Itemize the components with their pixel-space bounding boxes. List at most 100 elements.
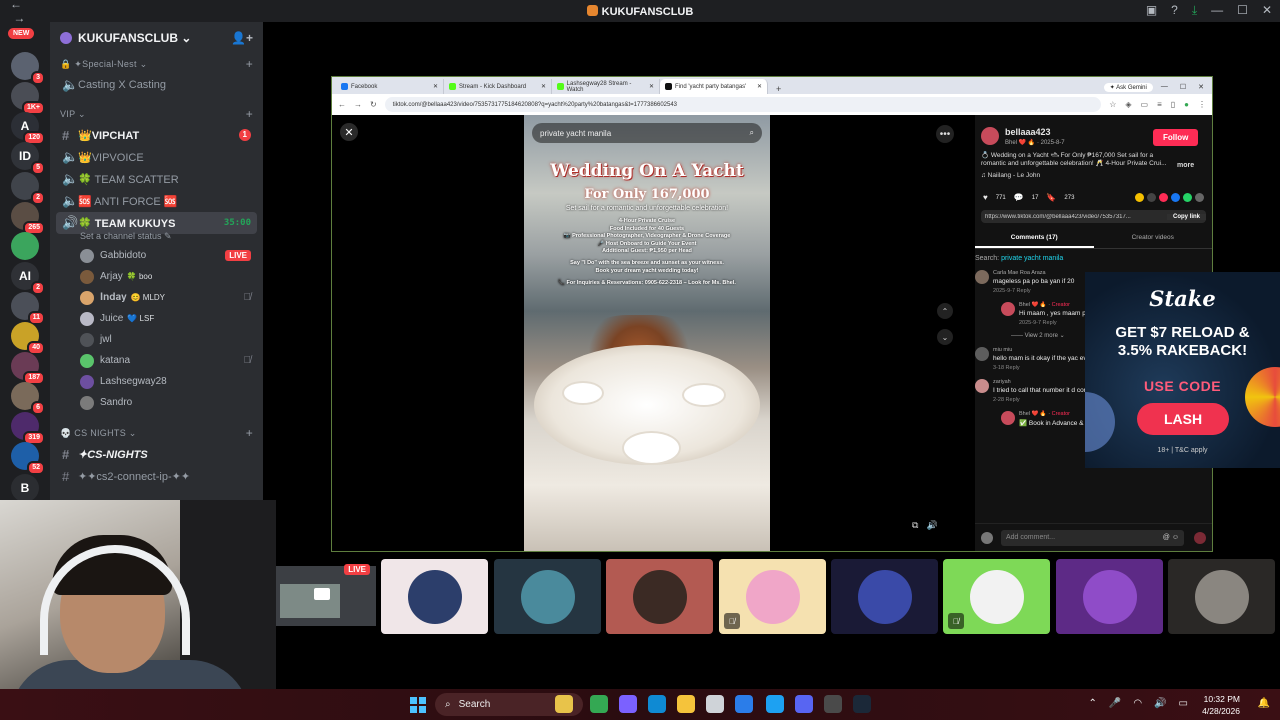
maximize-icon[interactable]: ☐: [1180, 83, 1186, 91]
channel-cs2-connect[interactable]: # ✦✦cs2-connect-ip-✦✦: [56, 465, 257, 487]
next-video-icon[interactable]: ⌄: [937, 329, 953, 345]
voice-user[interactable]: Lashsegway28: [50, 371, 263, 392]
add-channel-icon[interactable]: +: [246, 107, 253, 121]
close-tab-icon[interactable]: ✕: [649, 83, 654, 90]
notification-bell-icon[interactable]: 🔔: [1258, 698, 1270, 709]
extension-icon[interactable]: ◈: [1125, 100, 1131, 109]
more-options-icon[interactable]: •••: [936, 125, 954, 143]
discord-icon[interactable]: [795, 695, 813, 713]
system-clock[interactable]: 10:32 PM 4/28/2026: [1202, 693, 1240, 717]
voice-user[interactable]: Sandro: [50, 392, 263, 413]
tab-comments[interactable]: Comments (17): [975, 229, 1094, 248]
server-icon[interactable]: 2: [11, 172, 45, 205]
wifi-icon[interactable]: ◠: [1133, 698, 1142, 709]
server-icon[interactable]: A 120: [11, 112, 45, 145]
server-icon[interactable]: [11, 232, 39, 260]
url-field[interactable]: tiktok.com/@bellaaa423/video/75357317751…: [384, 97, 1102, 112]
widgets-icon[interactable]: [555, 695, 573, 713]
copilot-icon[interactable]: [619, 695, 637, 713]
mention-icon[interactable]: @ ☺: [1163, 534, 1179, 541]
browser-tab[interactable]: Find 'yacht party batangas' ✕: [660, 79, 768, 94]
inbox-icon[interactable]: ▣: [1146, 3, 1157, 18]
browser-tab[interactable]: Facebook ✕: [336, 79, 444, 94]
add-comment-input[interactable]: Add comment... @ ☺: [1001, 529, 1184, 546]
facebook-icon[interactable]: [1171, 193, 1180, 202]
battery-icon[interactable]: ▭: [1179, 698, 1188, 709]
volume-icon[interactable]: 🔊: [926, 520, 937, 531]
close-tab-icon[interactable]: ✕: [433, 83, 438, 90]
new-tab-icon[interactable]: +: [768, 84, 789, 94]
server-icon[interactable]: 40: [11, 322, 45, 355]
voice-user[interactable]: Gabbidoto LIVE: [50, 245, 263, 266]
close-video-button[interactable]: ✕: [340, 123, 358, 141]
profile-icon[interactable]: ●: [1184, 100, 1189, 109]
server-icon[interactable]: AI 2: [11, 262, 45, 295]
participant-tile[interactable]: [1056, 559, 1163, 634]
copy-link-button[interactable]: Copy link: [1166, 213, 1206, 220]
server-icon[interactable]: 52: [11, 442, 45, 475]
server-icon[interactable]: 319: [11, 412, 45, 445]
participant-tile[interactable]: [1168, 559, 1275, 634]
voice-user[interactable]: jwl: [50, 329, 263, 350]
share-circle-icon[interactable]: [1135, 193, 1144, 202]
bookmark-icon[interactable]: 🔖: [1046, 193, 1056, 202]
add-channel-icon[interactable]: +: [246, 57, 253, 71]
help-icon[interactable]: ?: [1171, 3, 1178, 18]
minimize-icon[interactable]: —: [1161, 83, 1168, 91]
video-player[interactable]: private yacht manila ⌕ Wedding On A Yacht…: [524, 115, 770, 551]
invite-icon[interactable]: 👤+: [231, 31, 253, 45]
menu-icon[interactable]: ⋮: [1198, 100, 1206, 109]
avatar[interactable]: [975, 379, 989, 393]
close-icon[interactable]: ✕: [1262, 3, 1272, 18]
avatar[interactable]: [1001, 411, 1015, 425]
server-icon[interactable]: 265: [11, 202, 45, 235]
maximize-icon[interactable]: ☐: [1237, 3, 1248, 18]
category-vip[interactable]: VIP ⌄ +: [50, 104, 263, 124]
live-stream-tile[interactable]: LIVE: [276, 564, 376, 626]
music-title[interactable]: ♫ Naiilang - Le John: [975, 168, 1212, 183]
server-icon[interactable]: 11: [11, 292, 45, 325]
channel-casting[interactable]: 🔈 Casting X Casting: [56, 74, 257, 96]
file-explorer-icon[interactable]: [677, 695, 695, 713]
channel-anti-force[interactable]: 🔈 🆘 ANTI FORCE 🆘: [56, 190, 257, 212]
edge-icon[interactable]: [648, 695, 666, 713]
tab-creator-videos[interactable]: Creator videos: [1094, 229, 1213, 248]
participant-tile[interactable]: [381, 559, 488, 634]
channel-vipchat[interactable]: # 👑VIPCHAT 1: [56, 124, 257, 146]
category-cs-nights[interactable]: 💀 CS NIGHTS ⌄ +: [50, 423, 263, 443]
heart-icon[interactable]: ♥: [983, 193, 988, 202]
close-tab-icon[interactable]: ✕: [757, 83, 762, 90]
embed-icon[interactable]: [1147, 193, 1156, 202]
comment-icon[interactable]: 💬: [1014, 193, 1024, 202]
server-header[interactable]: KUKUFANSCLUB ⌄ 👤+: [50, 22, 263, 54]
voice-user[interactable]: 𝐈𝐧𝐝𝐚𝐲 😊 MLDY 🎙̸: [50, 287, 263, 308]
more-link[interactable]: more: [1177, 162, 1194, 169]
participant-tile[interactable]: 🎙̸: [943, 559, 1050, 634]
avatar[interactable]: [981, 127, 999, 145]
channel-status[interactable]: Set a channel status ✎: [80, 231, 263, 243]
author-username[interactable]: bellaaa423: [1005, 127, 1065, 137]
chevron-up-icon[interactable]: ⌃: [1089, 698, 1097, 709]
windows-start-icon[interactable]: [410, 697, 426, 713]
steam-icon[interactable]: [853, 695, 871, 713]
browser-tab[interactable]: Stream - Kick Dashboard ✕: [444, 79, 552, 94]
server-icon[interactable]: 187: [11, 352, 45, 385]
search-icon[interactable]: ⌕: [750, 128, 754, 138]
app-icon[interactable]: [766, 695, 784, 713]
server-icon[interactable]: ID 5: [11, 142, 45, 175]
bookmark-icon[interactable]: ☆: [1109, 100, 1116, 109]
channel-vipvoice[interactable]: 🔈 👑VIPVOICE: [56, 146, 257, 168]
avatar[interactable]: [975, 347, 989, 361]
server-icon[interactable]: 3: [11, 52, 45, 85]
participant-tile[interactable]: [494, 559, 601, 634]
add-channel-icon[interactable]: +: [246, 426, 253, 440]
chrome-icon[interactable]: [590, 695, 608, 713]
playlist-icon[interactable]: ≡: [1157, 100, 1162, 109]
server-icon[interactable]: B: [11, 474, 39, 502]
cast-icon[interactable]: ▭: [1141, 100, 1149, 109]
participant-tile[interactable]: [606, 559, 713, 634]
download-icon[interactable]: ⤓: [1192, 3, 1197, 18]
reload-icon[interactable]: ↻: [370, 100, 377, 109]
microphone-icon[interactable]: 🎤: [1109, 698, 1121, 709]
sidebar-icon[interactable]: ▯: [1171, 100, 1175, 109]
